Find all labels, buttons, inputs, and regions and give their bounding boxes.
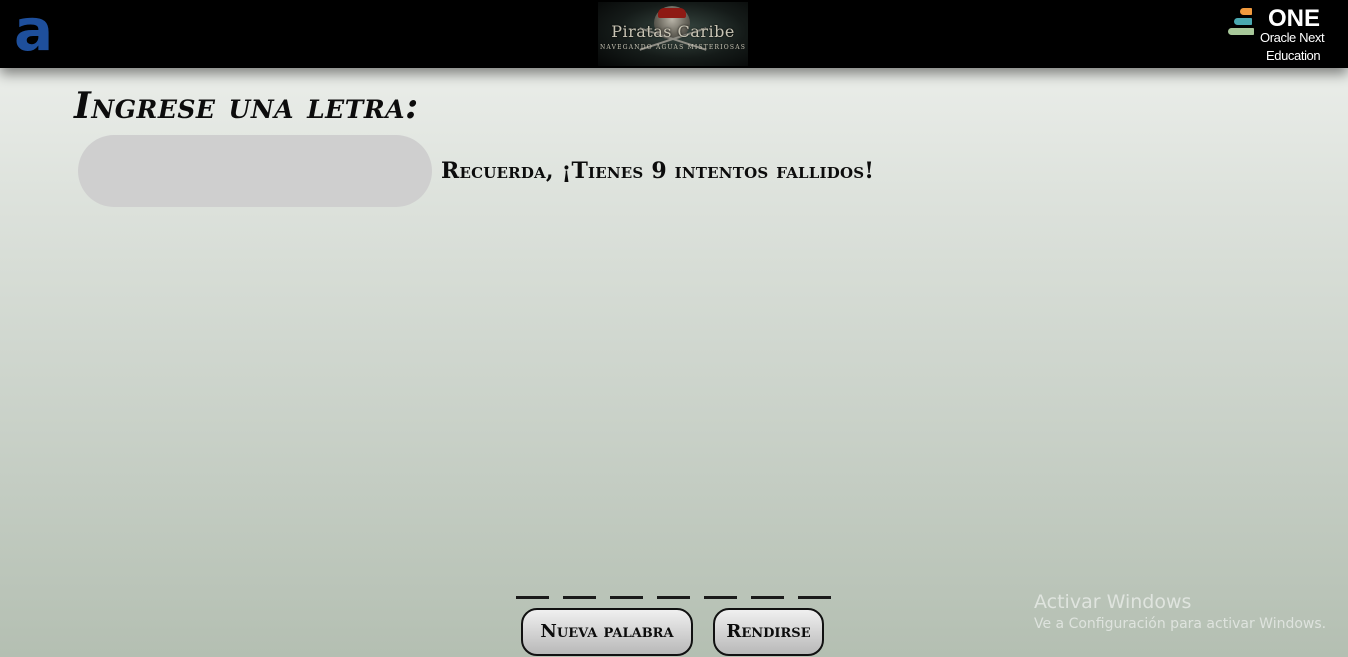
letter-slot (516, 596, 549, 599)
stairs-icon (1234, 18, 1252, 25)
windows-activation-watermark: Activar Windows Ve a Configuración para … (1034, 590, 1326, 634)
letter-slot (563, 596, 596, 599)
letter-slot (751, 596, 784, 599)
pirates-caribbean-logo: Piratas Caribe NAVEGANDO AGUAS MISTERIOS… (598, 2, 748, 66)
bandana-icon (658, 8, 686, 18)
education-text: Education (1266, 48, 1321, 63)
stairs-icon (1228, 28, 1254, 35)
attempts-hint: Recuerda, ¡Tienes 9 intentos fallidos! (441, 158, 875, 184)
letter-slot (610, 596, 643, 599)
one-text: ONE (1268, 5, 1321, 32)
letter-slot (798, 596, 831, 599)
alura-logo[interactable]: a (14, 1, 54, 60)
give-up-button[interactable]: Rendirse (713, 608, 824, 656)
stairs-icon (1240, 8, 1252, 15)
letter-slot (657, 596, 690, 599)
logo-title: Piratas Caribe (611, 22, 735, 41)
watermark-title: Activar Windows (1034, 591, 1192, 613)
new-word-button[interactable]: Nueva palabra (521, 608, 693, 656)
watermark-subtitle: Ve a Configuración para activar Windows. (1034, 616, 1327, 632)
logo-subtitle: NAVEGANDO AGUAS MISTERIOSAS (599, 44, 747, 51)
oracle-one-logo[interactable]: ONE Oracle Next Education (1226, 6, 1342, 64)
letter-slot (704, 596, 737, 599)
word-slots (516, 596, 831, 600)
letter-prompt: Ingrese una letra: (74, 85, 419, 127)
oracle-next-text: Oracle Next (1260, 30, 1325, 45)
letter-input[interactable] (78, 135, 432, 207)
top-bar: a Piratas Caribe NAVEGANDO AGUAS MISTERI… (0, 0, 1348, 68)
